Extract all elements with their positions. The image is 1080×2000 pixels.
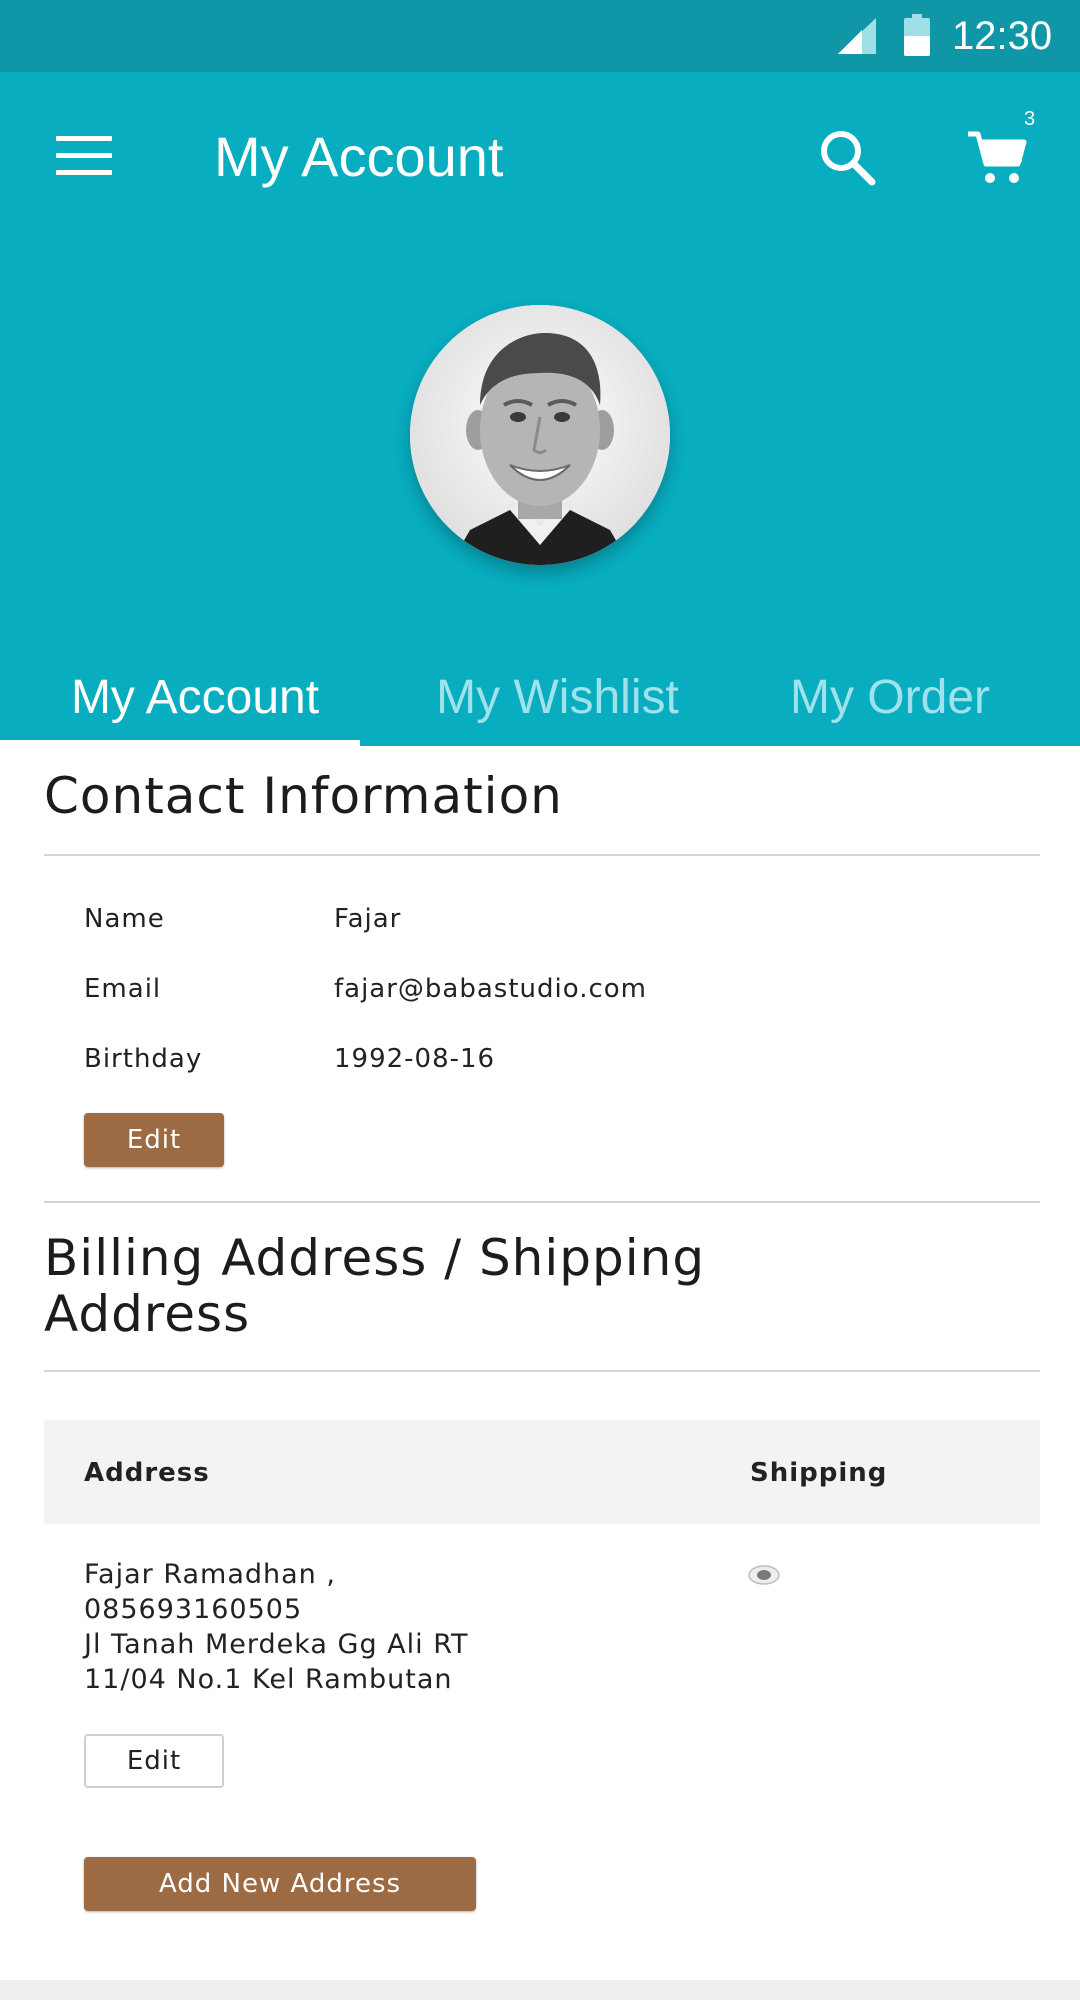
address-section-title: Billing Address / Shipping — [44, 1229, 706, 1287]
address-line: 11/04 No.1 Kel Rambutan — [84, 1664, 453, 1695]
edit-contact-button[interactable]: Edit — [84, 1113, 224, 1167]
search-icon[interactable] — [818, 128, 876, 186]
address-line: Fajar Ramadhan , — [84, 1559, 336, 1590]
address-line: 085693160505 — [84, 1594, 303, 1625]
email-label: Email — [84, 974, 162, 1004]
contact-section-title: Contact Information — [44, 767, 563, 825]
status-time: 12:30 — [952, 14, 1053, 58]
cart-count-badge: 3 — [1024, 108, 1036, 130]
cart-icon[interactable] — [966, 130, 1028, 186]
avatar[interactable] — [410, 305, 670, 565]
email-value: fajar@babastudio.com — [334, 974, 647, 1004]
battery-icon — [904, 14, 930, 56]
account-tabs: My Account My Wishlist My Order — [0, 660, 1080, 746]
signal-icon — [838, 18, 876, 54]
hamburger-menu-icon[interactable] — [56, 136, 112, 176]
divider — [44, 1370, 1040, 1372]
birthday-label: Birthday — [84, 1044, 203, 1074]
tab-my-order[interactable]: My Order — [760, 660, 1020, 746]
name-value: Fajar — [334, 904, 402, 934]
shipping-radio-icon[interactable] — [748, 1565, 780, 1585]
page-title: My Account — [214, 125, 504, 188]
status-bar: 12:30 — [0, 0, 1080, 72]
address-section-title-line2: Address — [44, 1285, 251, 1343]
divider — [44, 1201, 1040, 1203]
profile-photo — [410, 305, 670, 565]
add-new-address-button[interactable]: Add New Address — [84, 1857, 476, 1911]
address-column-header: Address — [84, 1458, 210, 1488]
edit-address-button[interactable]: Edit — [84, 1734, 224, 1788]
tab-my-wishlist[interactable]: My Wishlist — [380, 660, 735, 746]
birthday-value: 1992-08-16 — [334, 1044, 496, 1074]
address-line: Jl Tanah Merdeka Gg Ali RT — [84, 1629, 469, 1660]
tab-my-account[interactable]: My Account — [0, 660, 390, 746]
shipping-column-header: Shipping — [750, 1458, 888, 1488]
name-label: Name — [84, 904, 165, 934]
divider — [44, 854, 1040, 856]
bottom-strip — [0, 1980, 1080, 2000]
